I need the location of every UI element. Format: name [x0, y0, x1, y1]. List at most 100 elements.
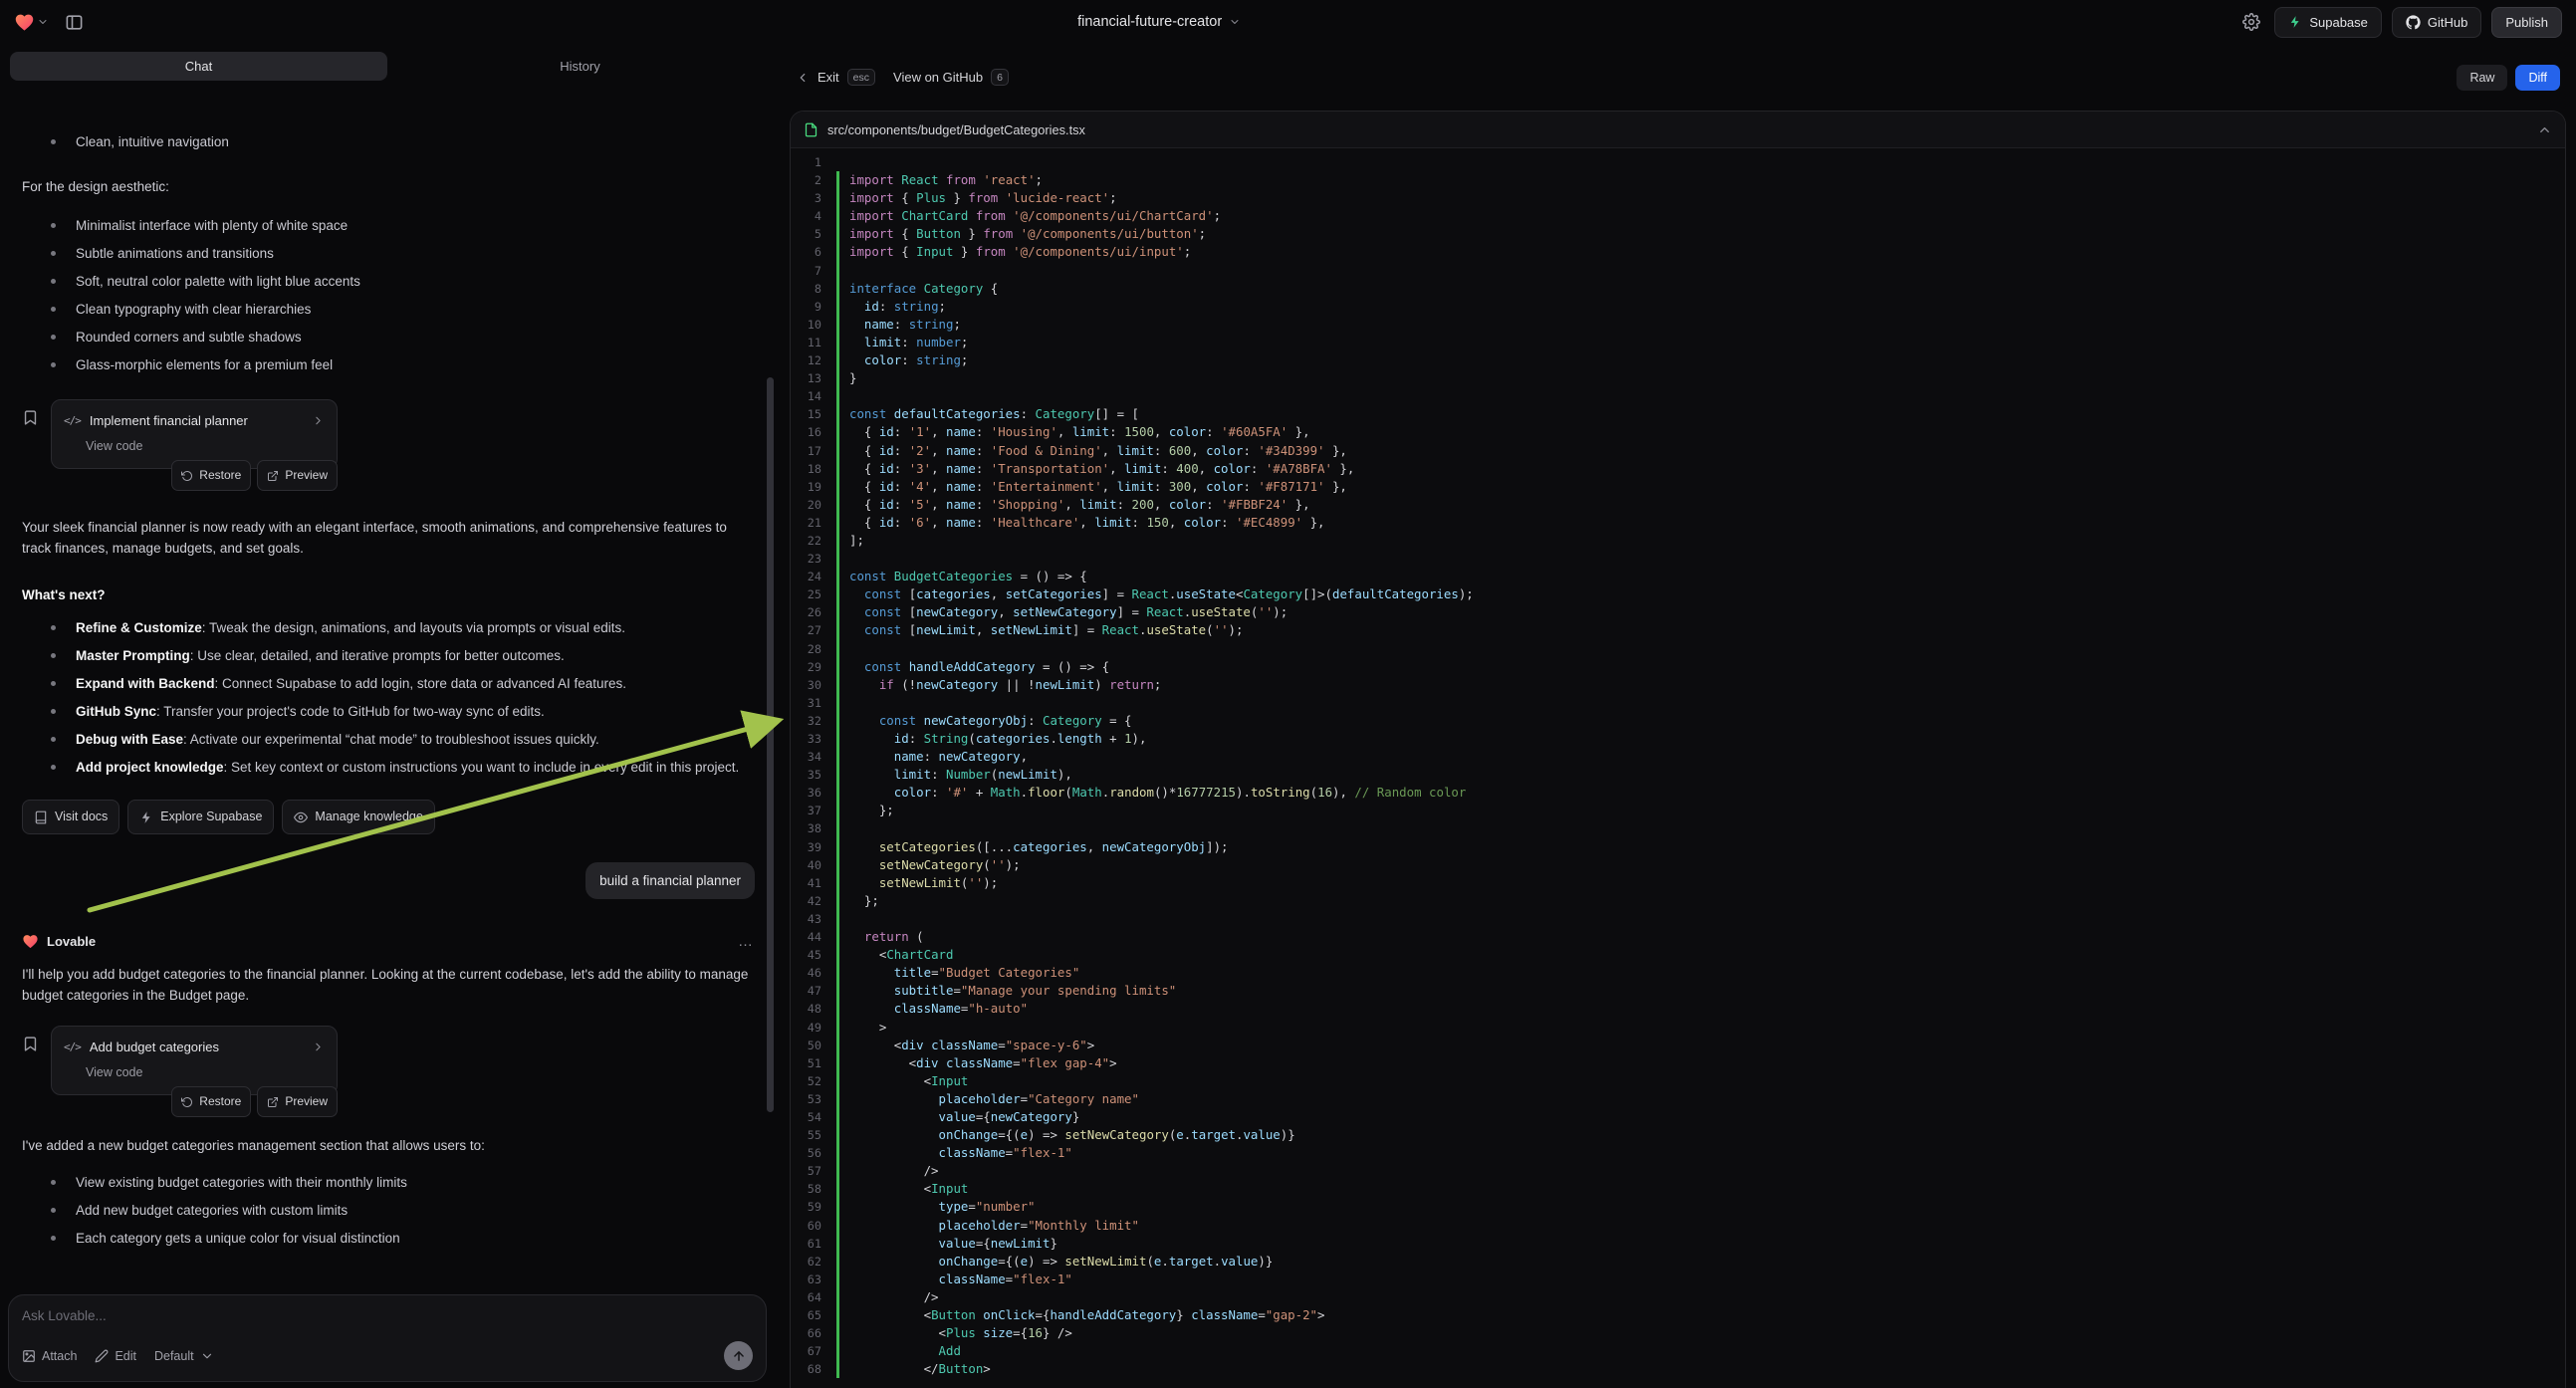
manage-knowledge-button[interactable]: Manage knowledge — [282, 800, 434, 834]
code-line: 4import ChartCard from '@/components/ui/… — [791, 207, 2565, 225]
whats-next-item: Add project knowledge: Set key context o… — [76, 757, 755, 778]
line-number: 65 — [791, 1306, 836, 1324]
chip-label: Visit docs — [55, 807, 108, 827]
composer: Attach Edit Default — [8, 1294, 767, 1382]
list-item: Glass-morphic elements for a premium fee… — [76, 354, 755, 375]
arrow-up-icon — [732, 1349, 746, 1363]
code-text: const newCategoryObj: Category = { — [839, 712, 1132, 730]
line-number: 17 — [791, 442, 836, 460]
code-text: { id: '3', name: 'Transportation', limit… — [839, 460, 1354, 478]
line-number: 45 — [791, 946, 836, 964]
code-text — [839, 262, 856, 280]
code-text: <div className="space-y-6"> — [839, 1037, 1094, 1054]
chip-label: Manage knowledge — [315, 807, 422, 827]
project-switcher[interactable]: financial-future-creator — [1077, 14, 1241, 30]
external-link-icon — [267, 470, 279, 482]
github-button[interactable]: GitHub — [2392, 7, 2481, 38]
collapse-chevron-up-icon[interactable] — [2537, 122, 2552, 137]
explore-supabase-button[interactable]: Explore Supabase — [127, 800, 274, 834]
action-card-header: </> Implement financial planner — [52, 400, 337, 434]
code-text: setCategories([...categories, newCategor… — [839, 838, 1229, 856]
settings-button[interactable] — [2238, 9, 2264, 35]
preview-button[interactable]: Preview — [257, 460, 338, 491]
view-on-github-button[interactable]: View on GitHub 6 — [893, 69, 1009, 86]
diff-toggle-button[interactable]: Diff — [2515, 65, 2560, 91]
whats-next-item: Debug with Ease: Activate our experiment… — [76, 729, 755, 750]
preview-button[interactable]: Preview — [257, 1086, 338, 1117]
message-menu-button[interactable]: … — [738, 931, 755, 952]
code-line: 55 onChange={(e) => setNewCategory(e.tar… — [791, 1126, 2565, 1144]
code-text: const defaultCategories: Category[] = [ — [839, 405, 1139, 423]
line-number: 10 — [791, 316, 836, 334]
code-text: /> — [839, 1288, 939, 1306]
code-line: 47 subtitle="Manage your spending limits… — [791, 982, 2565, 1000]
publish-button[interactable]: Publish — [2491, 7, 2562, 38]
code-line: 50 <div className="space-y-6"> — [791, 1037, 2565, 1054]
code-text: <Button onClick={handleAddCategory} clas… — [839, 1306, 1324, 1324]
action-card-implement-financial-planner[interactable]: </> Implement financial planner View cod… — [51, 399, 338, 469]
code-text: limit: number; — [839, 334, 968, 351]
whats-next-heading: What's next? — [22, 584, 755, 605]
code-line: 41 setNewLimit(''); — [791, 874, 2565, 892]
code-line: 48 className="h-auto" — [791, 1000, 2565, 1018]
code-line: 49 > — [791, 1019, 2565, 1037]
code-line: 24const BudgetCategories = () => { — [791, 568, 2565, 585]
line-number: 52 — [791, 1072, 836, 1090]
code-text: const [categories, setCategories] = Reac… — [839, 585, 1474, 603]
code-line: 53 placeholder="Category name" — [791, 1090, 2565, 1108]
design-bullet-list: Minimalist interface with plenty of whit… — [22, 215, 755, 375]
file-header[interactable]: src/components/budget/BudgetCategories.t… — [791, 112, 2565, 148]
mode-label: Default — [154, 1349, 194, 1363]
code-line: 64 /> — [791, 1288, 2565, 1306]
code-line: 65 <Button onClick={handleAddCategory} c… — [791, 1306, 2565, 1324]
action-card-column: </> Add budget categories View code Rest… — [51, 1026, 338, 1117]
code-text: <Input — [839, 1072, 968, 1090]
chevron-down-icon — [200, 1349, 214, 1363]
code-line: 61 value={newLimit} — [791, 1235, 2565, 1253]
code-text: onChange={(e) => setNewCategory(e.target… — [839, 1126, 1295, 1144]
code-text: }; — [839, 802, 894, 819]
code-text: id: String(categories.length + 1), — [839, 730, 1146, 748]
code-line: 20 { id: '5', name: 'Shopping', limit: 2… — [791, 496, 2565, 514]
mode-selector[interactable]: Default — [154, 1349, 214, 1363]
code-line: 1 — [791, 153, 2565, 171]
code-text: <ChartCard — [839, 946, 953, 964]
line-number: 16 — [791, 423, 836, 441]
line-number: 14 — [791, 387, 836, 405]
code-text: color: string; — [839, 351, 968, 369]
sidebar-toggle-button[interactable] — [61, 9, 88, 36]
code-text: </Button> — [839, 1360, 991, 1378]
restore-button[interactable]: Restore — [171, 1086, 251, 1117]
raw-toggle-button[interactable]: Raw — [2457, 65, 2507, 91]
action-card-buttons: Restore Preview — [51, 1086, 338, 1117]
tab-chat[interactable]: Chat — [10, 52, 387, 81]
chat-scrollbar[interactable] — [767, 377, 774, 1112]
lovable-logo-button[interactable] — [14, 12, 49, 33]
line-number: 23 — [791, 550, 836, 568]
code-line: 43 — [791, 910, 2565, 928]
code-line: 52 <Input — [791, 1072, 2565, 1090]
line-number: 31 — [791, 694, 836, 712]
bookmark-icon[interactable] — [22, 409, 39, 426]
send-button[interactable] — [724, 1341, 753, 1370]
line-number: 50 — [791, 1037, 836, 1054]
code-line: 54 value={newCategory} — [791, 1108, 2565, 1126]
line-number: 37 — [791, 802, 836, 819]
code-text — [839, 910, 856, 928]
project-chevron-down-icon — [1229, 16, 1241, 28]
lovable-heart-icon — [14, 12, 35, 33]
chat-input[interactable] — [22, 1308, 753, 1323]
restore-button[interactable]: Restore — [171, 460, 251, 491]
attach-button[interactable]: Attach — [22, 1349, 77, 1363]
tab-history[interactable]: History — [391, 52, 769, 81]
line-number: 12 — [791, 351, 836, 369]
supabase-icon — [2288, 15, 2302, 29]
action-card-add-budget-categories[interactable]: </> Add budget categories View code — [51, 1026, 338, 1095]
supabase-button[interactable]: Supabase — [2274, 7, 2382, 38]
code-text: <Plus size={16} /> — [839, 1324, 1072, 1342]
visit-docs-button[interactable]: Visit docs — [22, 800, 119, 834]
bookmark-icon[interactable] — [22, 1036, 39, 1052]
code-line: 46 title="Budget Categories" — [791, 964, 2565, 982]
edit-button[interactable]: Edit — [95, 1349, 136, 1363]
exit-button[interactable]: Exit esc — [796, 69, 875, 86]
